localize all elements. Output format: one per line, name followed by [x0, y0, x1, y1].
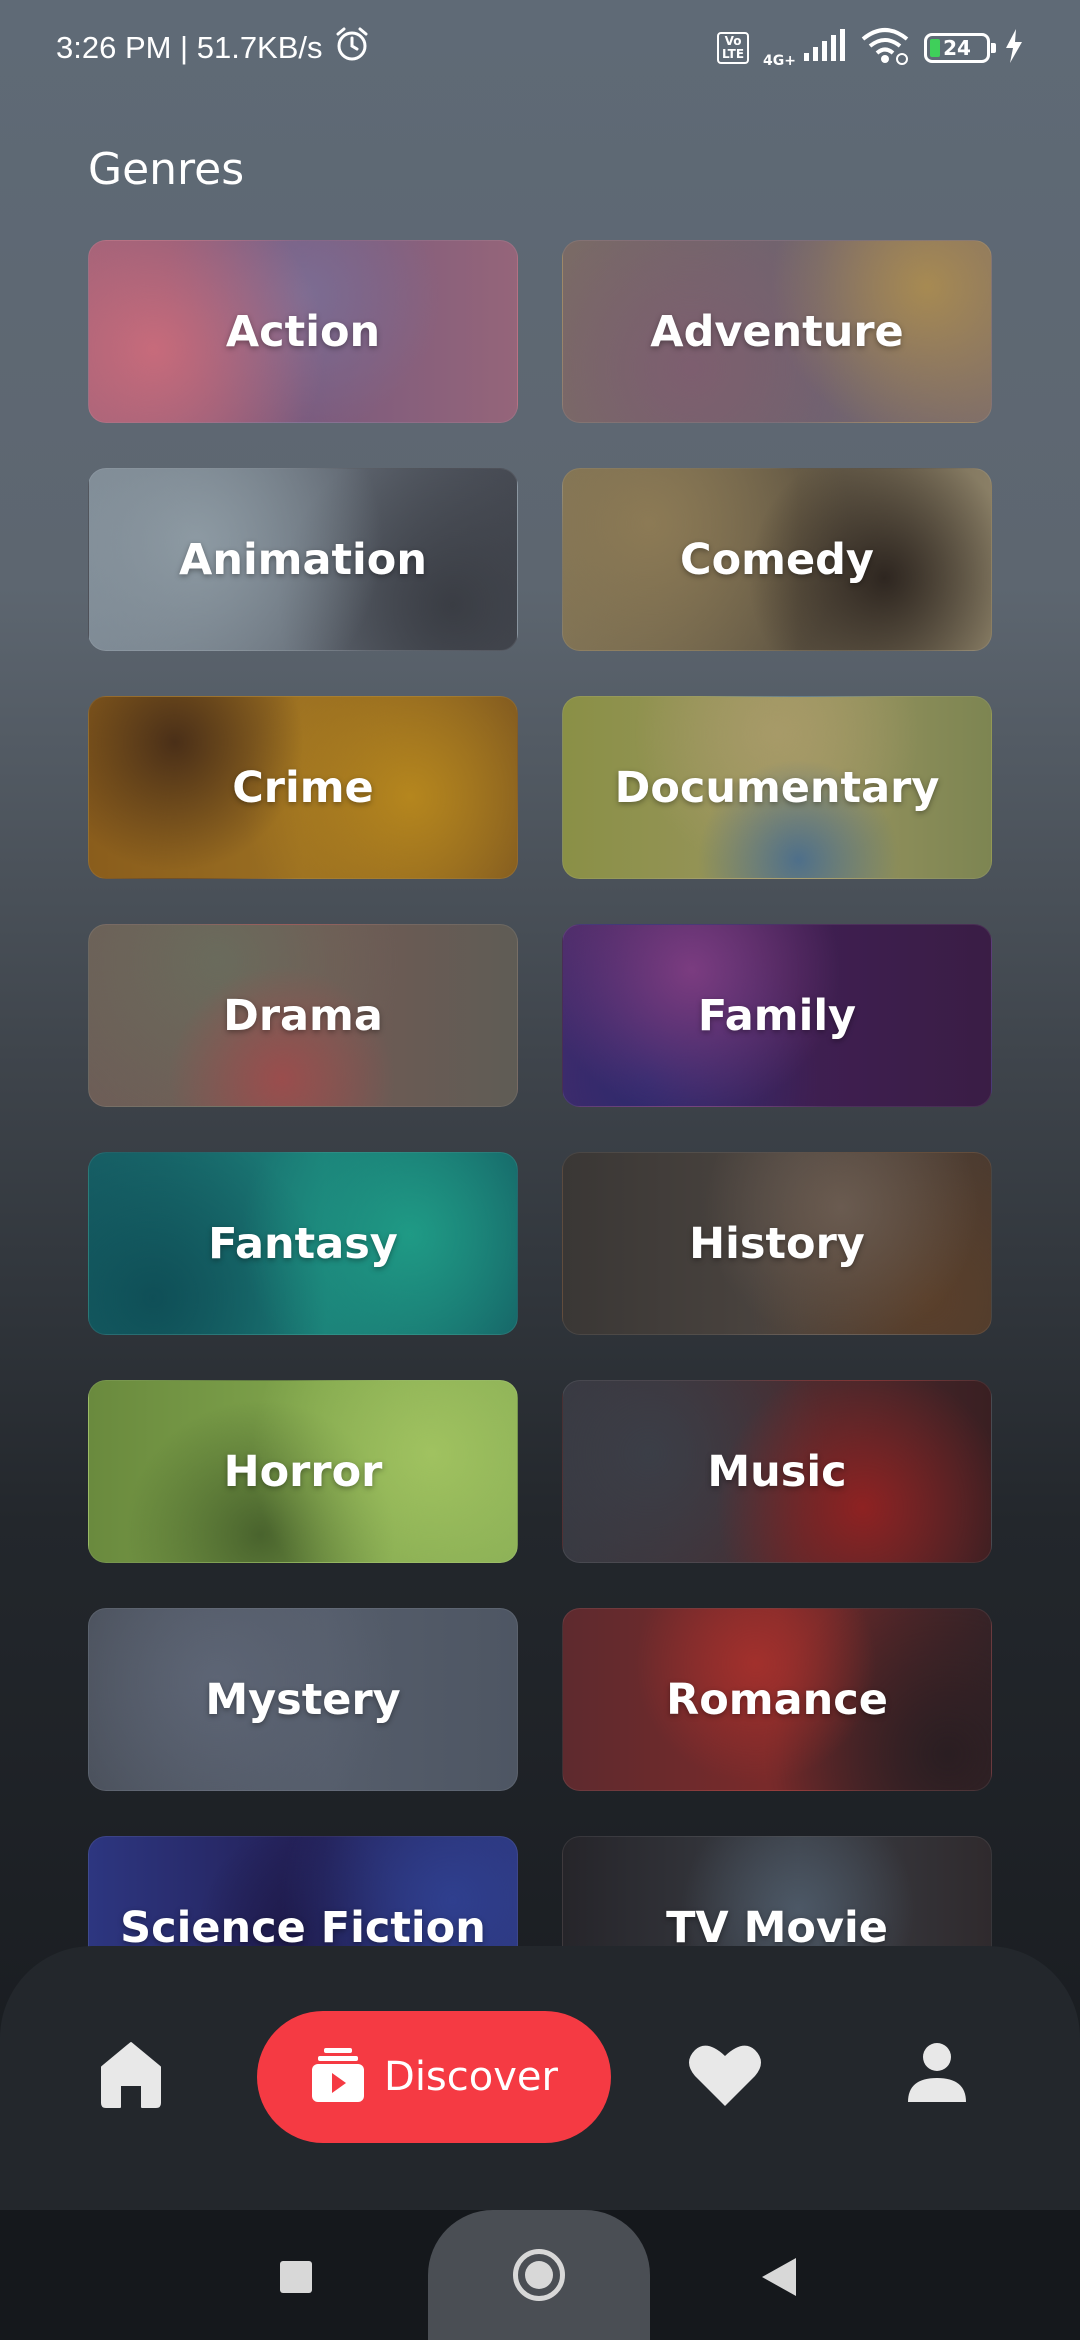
genre-card-crime[interactable]: Crime: [88, 696, 518, 879]
nav-home-button[interactable]: [98, 2042, 164, 2112]
nav-favorites-button[interactable]: [685, 2040, 765, 2114]
genre-card-romance[interactable]: Romance: [562, 1608, 992, 1791]
volte-badge: Vo LTE: [716, 32, 750, 64]
genre-card-adventure[interactable]: Adventure: [562, 240, 992, 423]
genre-card-comedy[interactable]: Comedy: [562, 468, 992, 651]
signal-icon: [802, 29, 846, 67]
network-type: 4G+: [763, 53, 796, 69]
charging-bolt-icon: [1004, 29, 1024, 67]
profile-icon: [906, 2042, 968, 2108]
back-button[interactable]: [762, 2258, 796, 2296]
system-home-button[interactable]: [428, 2210, 650, 2340]
nav-profile-button[interactable]: [904, 2038, 970, 2112]
battery-indicator: 24: [924, 33, 996, 63]
status-right: Vo LTE 4G+ 24: [716, 27, 1024, 69]
status-bar: 3:26 PM | 51.7KB/s Vo LTE 4G+ 24: [0, 0, 1080, 96]
home-icon: [100, 2041, 162, 2113]
genre-card-family[interactable]: Family: [562, 924, 992, 1107]
page-title: Genres: [88, 144, 245, 195]
genre-card-science-fiction[interactable]: Science Fiction: [88, 1836, 518, 1948]
nav-discover-button[interactable]: Discover: [257, 2011, 611, 2143]
genre-card-fantasy[interactable]: Fantasy: [88, 1152, 518, 1335]
bottom-nav: Discover: [0, 1946, 1080, 2210]
genre-card-history[interactable]: History: [562, 1152, 992, 1335]
genre-card-tv-movie[interactable]: TV Movie: [562, 1836, 992, 1948]
status-time-speed: 3:26 PM | 51.7KB/s: [56, 30, 323, 65]
genre-card-documentary[interactable]: Documentary: [562, 696, 992, 879]
nav-discover-label: Discover: [384, 2054, 558, 2100]
alarm-icon: [333, 25, 371, 71]
genre-card-action[interactable]: Action: [88, 240, 518, 423]
system-nav-bar: [0, 2210, 1080, 2340]
genres-scroll-area[interactable]: Action Adventure Animation Comedy Crime …: [0, 240, 1080, 1948]
recents-button[interactable]: [280, 2261, 312, 2293]
genre-card-horror[interactable]: Horror: [88, 1380, 518, 1563]
heart-icon: [687, 2042, 763, 2112]
genres-grid: Action Adventure Animation Comedy Crime …: [88, 240, 992, 1948]
status-left: 3:26 PM | 51.7KB/s: [56, 25, 371, 71]
genre-card-drama[interactable]: Drama: [88, 924, 518, 1107]
genre-card-music[interactable]: Music: [562, 1380, 992, 1563]
circle-icon: [513, 2249, 565, 2301]
wifi-icon: [860, 27, 910, 69]
genre-card-mystery[interactable]: Mystery: [88, 1608, 518, 1791]
genre-card-animation[interactable]: Animation: [88, 468, 518, 651]
discover-icon: [310, 2046, 366, 2108]
